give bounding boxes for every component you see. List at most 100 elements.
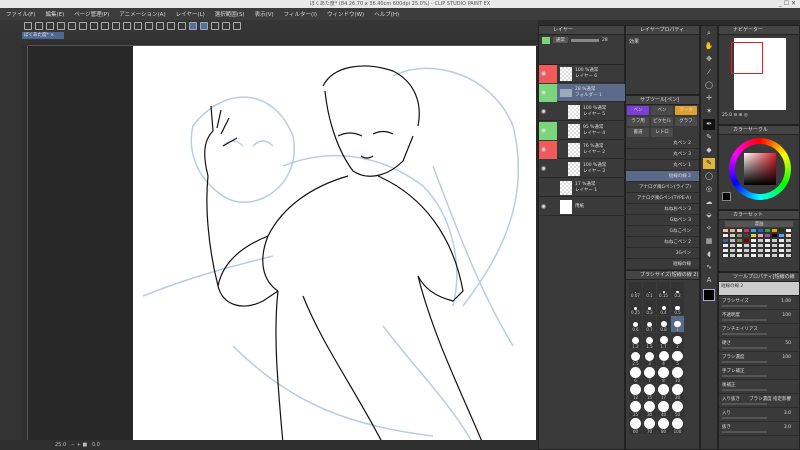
brush-size-option[interactable]: 0.6 (629, 316, 642, 332)
property-slider[interactable] (722, 361, 767, 363)
brush-size-option[interactable]: 100 (671, 418, 684, 434)
brush-size-option[interactable]: 8 (657, 367, 670, 383)
pen-tool-icon[interactable]: ✒ (703, 119, 715, 130)
subtool-group-7[interactable]: レトロ (651, 128, 673, 137)
property-slider[interactable] (722, 389, 767, 391)
brush-item[interactable]: 3Gペン (626, 248, 699, 259)
gradient-tool-icon[interactable]: ▦ (703, 236, 715, 247)
balloon-tool-icon[interactable]: ◖ (703, 249, 715, 260)
tool-property-row[interactable]: 抜き 3.0 (719, 422, 799, 436)
hue-ring[interactable] (729, 138, 791, 200)
crop-icon[interactable] (145, 22, 153, 30)
property-value[interactable]: 3.0 (784, 410, 791, 418)
close-tab-icon[interactable]: × (50, 33, 54, 38)
new-icon[interactable] (24, 22, 32, 30)
clear-icon[interactable] (123, 22, 131, 30)
menu-help[interactable]: ヘルプ(H) (374, 10, 399, 18)
property-value[interactable]: 3.0 (784, 424, 791, 432)
property-slider[interactable] (722, 417, 767, 419)
main-color-swatch[interactable] (703, 289, 715, 301)
brush-item[interactable]: アナログ風Gペン(TYPE-A) (626, 193, 699, 204)
opacity-value[interactable]: 28 (602, 38, 608, 43)
lock-icon[interactable] (548, 198, 557, 216)
eye-icon[interactable]: ◉ (539, 140, 548, 159)
lasso-tool-icon[interactable]: ◯ (703, 80, 715, 91)
menu-view[interactable]: 表示(V) (255, 10, 274, 18)
brush-size-option[interactable]: 50 (671, 401, 684, 417)
layer-row[interactable]: ◉ 28 %通常 フォルダー 1 (539, 83, 626, 102)
subtool-group-2[interactable]: マーカ (675, 106, 697, 115)
deselect-icon[interactable] (178, 22, 186, 30)
color-swatch[interactable] (736, 253, 743, 258)
brush-size-option[interactable]: 0.5 (671, 299, 684, 315)
layer-row[interactable]: ◉ 76 %通常 レイヤー 2 (539, 140, 626, 159)
layer-row[interactable]: ◉ 100 %通常 レイヤー 6 (539, 64, 626, 83)
color-swatch[interactable] (750, 253, 757, 258)
brush-size-option[interactable]: 0.4 (657, 299, 670, 315)
lock-icon[interactable] (548, 121, 557, 140)
eye-icon[interactable] (539, 179, 548, 197)
color-swatch[interactable] (785, 253, 792, 258)
property-value[interactable]: 1.00 (781, 298, 791, 306)
lock-icon[interactable] (548, 140, 557, 159)
tool-property-row[interactable]: 後補正 (719, 380, 799, 394)
tool-property-row[interactable]: ブラシサイズ 1.00 (719, 296, 799, 310)
lock-icon[interactable] (548, 103, 557, 121)
eye-icon[interactable]: ◉ (539, 198, 548, 216)
brush-size-option[interactable]: 0.07 (629, 282, 642, 298)
navigator-viewport[interactable] (731, 42, 763, 74)
tool-property-row[interactable]: ブラシ濃度 100 (719, 352, 799, 366)
color-swatch[interactable] (743, 253, 750, 258)
zoom-readout[interactable]: 25.0 (55, 442, 66, 448)
menu-edit[interactable]: 編集(E) (45, 10, 64, 18)
color-swatch[interactable] (771, 253, 778, 258)
tool-property-row[interactable]: 手ブレ補正 (719, 366, 799, 380)
undo-icon[interactable] (90, 22, 98, 30)
eyedropper-tool-icon[interactable]: ⁄ (703, 67, 715, 78)
subtool-group-6[interactable]: 書道 (627, 128, 649, 137)
settings-icon[interactable] (112, 22, 120, 30)
brush-size-option[interactable]: 5 (671, 350, 684, 366)
pencil-tool-icon[interactable]: ✎ (703, 132, 715, 143)
save-icon[interactable] (46, 22, 54, 30)
brush-size-option[interactable]: 70 (643, 418, 656, 434)
line-tool-icon[interactable]: ∿ (703, 262, 715, 273)
angle-readout[interactable]: 0.0 (92, 442, 100, 448)
eye-icon[interactable]: ◉ (539, 64, 548, 83)
assets-icon[interactable] (222, 22, 230, 30)
zoom-tool-icon[interactable]: ⌕ (703, 28, 715, 39)
eye-icon[interactable]: ◉ (539, 121, 548, 140)
saturation-value-square[interactable] (744, 153, 776, 185)
color-swatch[interactable] (764, 253, 771, 258)
lock-icon[interactable] (548, 160, 557, 178)
brush-size-option[interactable]: 60 (629, 418, 642, 434)
text-tool-icon[interactable]: A (703, 275, 715, 286)
brush-size-option[interactable]: 6 (629, 367, 642, 383)
subtool-group-1[interactable]: ペン (651, 106, 673, 115)
invert-icon[interactable] (167, 22, 175, 30)
property-slider[interactable] (722, 431, 767, 433)
property-value[interactable]: 100 (782, 354, 791, 362)
select-icon[interactable] (156, 22, 164, 30)
subtool-group-0[interactable]: ペン (627, 106, 649, 115)
brush-item[interactable]: 短線の線 2 (626, 171, 699, 182)
brush-item[interactable]: 丸ペン 2 (626, 138, 699, 149)
property-slider[interactable] (722, 403, 767, 405)
layer-row[interactable]: ◉ 100 %通常 レイヤー 5 (539, 103, 626, 121)
property-slider[interactable] (722, 333, 767, 335)
brush-size-option[interactable]: 10 (671, 367, 684, 383)
color-swatch[interactable] (729, 253, 736, 258)
export-icon[interactable] (57, 22, 65, 30)
menu-file[interactable]: ファイル(F) (6, 10, 35, 18)
tool-property-row[interactable]: 硬さ 50 (719, 338, 799, 352)
decoration-tool-icon[interactable]: ☁ (703, 197, 715, 208)
brush-item[interactable]: 丸ペン 1 (626, 160, 699, 171)
brush-size-option[interactable]: 4 (657, 350, 670, 366)
property-slider[interactable] (722, 347, 767, 349)
layer-row[interactable]: 17 %通常 レイヤー 1 (539, 179, 626, 197)
brush-item[interactable]: Gねこペン (626, 226, 699, 237)
layer-row[interactable]: ◉ 95 %通常 レイヤー 4 (539, 121, 626, 140)
brush-size-option[interactable]: 25 (629, 401, 642, 417)
help-icon[interactable] (233, 22, 241, 30)
brush-item[interactable]: Gねペン 3 (626, 215, 699, 226)
